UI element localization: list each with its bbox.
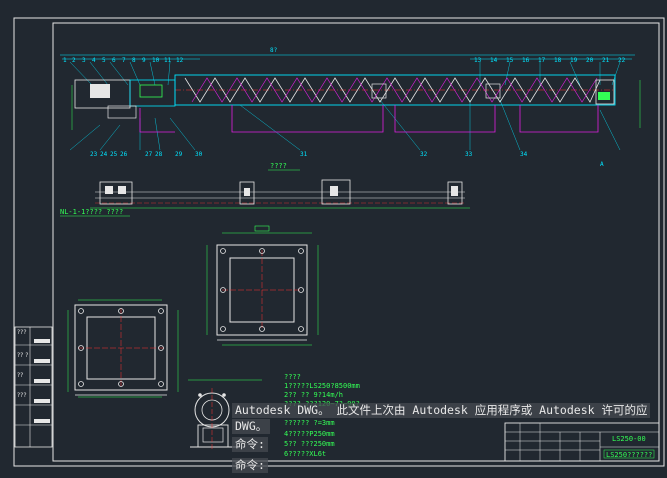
- svg-text:12: 12: [176, 57, 184, 64]
- svg-text:27: 27: [145, 151, 153, 158]
- drawing-code: LS250-00: [612, 435, 646, 443]
- side-label-3: ??: [17, 372, 23, 379]
- command-prompt-history: 命令:: [232, 437, 268, 452]
- side-label-2: ?? ?: [17, 352, 28, 359]
- svg-text:5: 5: [102, 57, 106, 64]
- tech-note-1: 1?????LS250?8500mm: [284, 382, 360, 390]
- tech-note-2: 2?? ?? 9?14m/h: [284, 391, 343, 399]
- svg-text:18: 18: [554, 57, 562, 64]
- side-label-1: ???: [17, 329, 27, 336]
- svg-text:14: 14: [490, 57, 498, 64]
- conveyor-elevation-view: 8? 1234 5678 9 10 11 12 13 14 15 16 17 18 19 20 2…: [60, 47, 641, 168]
- side-label-4: ???: [17, 392, 27, 399]
- svg-text:24: 24: [100, 151, 108, 158]
- svg-text:2: 2: [72, 57, 76, 64]
- svg-text:26: 26: [120, 151, 128, 158]
- svg-text:23: 23: [90, 151, 98, 158]
- svg-text:28: 28: [155, 151, 163, 158]
- flange-view-upper: [206, 225, 319, 346]
- svg-text:8: 8: [132, 57, 136, 64]
- svg-text:33: 33: [465, 151, 473, 158]
- svg-text:13: 13: [474, 57, 482, 64]
- svg-text:32: 32: [420, 151, 428, 158]
- svg-text:7: 7: [122, 57, 126, 64]
- svg-text:22: 22: [618, 57, 626, 64]
- command-history-message: Autodesk DWG。 此文件上次由 Autodesk 应用程序或 Auto…: [232, 403, 651, 418]
- svg-text:NL-1-1???? ????: NL-1-1???? ????: [60, 208, 123, 216]
- svg-text:11: 11: [164, 57, 172, 64]
- svg-text:20: 20: [586, 57, 594, 64]
- side-label-column: ??? ?? ? ?? ???: [14, 326, 53, 448]
- tech-note-5: 4?????P250mm: [284, 430, 335, 438]
- svg-text:????: ????: [270, 162, 287, 170]
- tech-note-4: ?????? ?=3mm: [284, 419, 335, 427]
- svg-text:16: 16: [522, 57, 530, 64]
- tech-note-7: 6?????XL6t: [284, 450, 326, 458]
- svg-text:LS250??????: LS250??????: [606, 451, 652, 459]
- tech-note-6: 5?? ???250mm: [284, 440, 335, 448]
- svg-text:31: 31: [300, 151, 308, 158]
- svg-text:17: 17: [538, 57, 546, 64]
- svg-text:8?: 8?: [270, 47, 278, 54]
- command-input-prompt[interactable]: 命令:: [232, 458, 268, 473]
- tech-note-0: ????: [284, 373, 301, 381]
- svg-text:9: 9: [142, 57, 146, 64]
- svg-text:4: 4: [92, 57, 96, 64]
- svg-text:10: 10: [152, 57, 160, 64]
- svg-text:1: 1: [63, 57, 67, 64]
- title-block: LS250-00 LS250??????: [504, 422, 660, 462]
- svg-text:34: 34: [520, 151, 528, 158]
- command-history-message-cont: DWG。: [232, 419, 271, 434]
- svg-text:19: 19: [570, 57, 578, 64]
- svg-text:3: 3: [82, 57, 86, 64]
- svg-text:25: 25: [110, 151, 118, 158]
- svg-text:30: 30: [195, 151, 203, 158]
- svg-text:6: 6: [112, 57, 116, 64]
- svg-text:29: 29: [175, 151, 183, 158]
- flange-view-lower: [67, 299, 179, 398]
- conveyor-plan-view: ???? NL-1-1???? ????: [60, 162, 470, 217]
- svg-text:A: A: [600, 161, 604, 168]
- svg-text:21: 21: [602, 57, 610, 64]
